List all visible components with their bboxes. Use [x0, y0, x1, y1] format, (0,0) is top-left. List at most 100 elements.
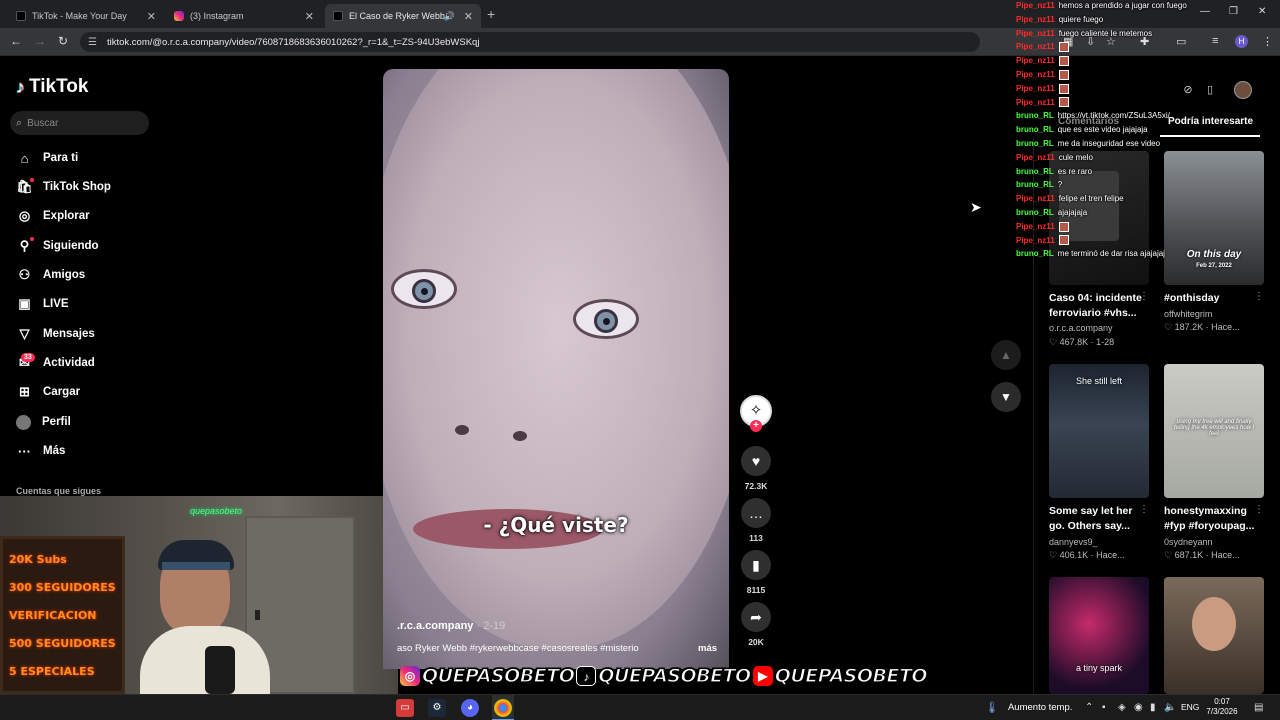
live-icon: ▣	[18, 296, 31, 311]
more-options-icon[interactable]: ⋮	[1139, 504, 1149, 515]
chat-message: bruno_RL es re raro	[1016, 166, 1092, 178]
home-icon: ⌂	[20, 150, 29, 166]
previous-video-button[interactable]: ▲	[991, 340, 1021, 370]
next-video-button[interactable]: ▼	[991, 382, 1021, 412]
video-title[interactable]: Caso 04: incidente ferroviario #vhs...	[1049, 291, 1149, 321]
browser-tab[interactable]: TikTok - Make Your Day ✕	[8, 4, 164, 28]
language-indicator[interactable]: ENG	[1181, 702, 1199, 712]
video-username[interactable]: o.r.c.a.company	[1049, 323, 1113, 333]
reload-icon[interactable]: ↻	[58, 34, 68, 48]
minimize-icon[interactable]: —	[1200, 6, 1210, 17]
save-button[interactable]: ▮	[741, 550, 771, 580]
system-clock[interactable]: 0:07 7/3/2026	[1204, 697, 1240, 717]
browser-tab[interactable]: (3) Instagram ✕	[166, 4, 322, 28]
chat-message: Pipe_nz11 felipe el tren felipe	[1016, 193, 1124, 205]
sidebar-item-label: Siguiendo	[43, 240, 99, 252]
maximize-icon[interactable]: ❐	[1229, 6, 1238, 17]
close-tab-icon[interactable]: ✕	[147, 10, 156, 23]
volume-icon[interactable]: 🔈	[1164, 702, 1176, 713]
sidebar-item-cargar[interactable]: ⊞ Cargar	[16, 381, 80, 403]
author-handle[interactable]: .r.c.a.company	[397, 620, 473, 632]
media-app-icon[interactable]: ▭	[396, 699, 414, 717]
share-button[interactable]: ➦	[741, 602, 771, 632]
audio-playing-icon[interactable]: 🔊	[444, 11, 455, 22]
media-controls-icon[interactable]: ≡	[1212, 35, 1218, 47]
banner-handle: QUEPASOBETO	[774, 664, 928, 687]
sidebar-item-para-ti[interactable]: ⌂ Para ti	[16, 147, 79, 169]
notifications-icon[interactable]: ▤	[1254, 702, 1263, 713]
chat-username: Pipe_nz11	[1016, 194, 1055, 204]
close-window-icon[interactable]: ✕	[1258, 6, 1266, 17]
address-bar[interactable]: ☰ tiktok.com/@o.r.c.a.company/video/7608…	[80, 32, 980, 52]
url-text: tiktok.com/@o.r.c.a.company/video/760871…	[106, 36, 480, 48]
weather-widget[interactable]: 🌡 Aumento temp.	[985, 701, 1072, 714]
video-author[interactable]: .r.c.a.company · 2-19	[397, 620, 505, 632]
chevron-up-icon[interactable]: ⌃	[1085, 702, 1093, 713]
chrome-icon[interactable]	[494, 699, 512, 717]
weather-text: Aumento temp.	[1007, 702, 1073, 713]
back-icon[interactable]: ←	[10, 34, 22, 48]
close-tab-icon[interactable]: ✕	[464, 10, 473, 23]
sidebar-item-label: Actividad	[43, 357, 95, 369]
more-button[interactable]: más	[698, 643, 717, 654]
new-tab-icon[interactable]: +	[487, 6, 495, 22]
chat-message: Pipe_nz11 hemos a prendido a jugar con fu…	[1016, 0, 1187, 12]
more-options-icon[interactable]: ⋮	[1139, 291, 1149, 302]
steam-icon[interactable]: ⚙	[428, 699, 446, 717]
wifi-icon[interactable]: ◉	[1134, 702, 1143, 713]
sidebar-item-amigos[interactable]: ⚇ Amigos	[16, 264, 86, 286]
video-player[interactable]: - ¿Qué viste? .r.c.a.company · 2-19 aso …	[383, 69, 729, 669]
tab-suggested[interactable]: Podría interesarte	[1168, 116, 1253, 127]
search-box[interactable]: ⌕	[10, 111, 149, 135]
video-thumbnail[interactable]: using my tree will and finally telling t…	[1164, 364, 1264, 498]
network-icon[interactable]: ◈	[1118, 702, 1126, 713]
search-input[interactable]	[27, 117, 138, 129]
sidebar-item-siguiendo[interactable]: ⚲ Siguiendo	[16, 235, 99, 257]
like-button[interactable]: ♥	[741, 446, 771, 476]
more-options-icon[interactable]: ⋮	[1254, 291, 1264, 302]
microphone-icon[interactable]: ▮	[1150, 702, 1156, 713]
chat-username: bruno_RL	[1016, 249, 1054, 259]
tiktok-logo[interactable]: ♪ TikTok	[16, 76, 88, 98]
video-username[interactable]: offwhitegrim	[1164, 309, 1212, 319]
video-thumbnail[interactable]: She still left	[1049, 364, 1149, 498]
tiktok-favicon-icon	[16, 11, 26, 21]
clock-time: 0:07	[1214, 697, 1230, 706]
browser-profile-avatar[interactable]: H	[1235, 35, 1248, 48]
chat-message: bruno_RL me terminó de dar risa ajajajaj	[1016, 248, 1165, 260]
video-username[interactable]: dannyevs9_	[1049, 537, 1098, 547]
more-options-icon[interactable]: ⋮	[1254, 504, 1264, 515]
comment-button[interactable]: …	[741, 498, 771, 528]
mouse-cursor-icon: ➤	[970, 199, 982, 215]
discord-icon[interactable]: ◕	[461, 699, 479, 717]
compass-icon[interactable]: ⊘	[1180, 82, 1196, 98]
close-tab-icon[interactable]: ✕	[305, 10, 314, 23]
forward-icon[interactable]: →	[34, 34, 46, 48]
tab-title: El Caso de Ryker Webb: De	[349, 11, 445, 21]
sidebar-item-mensajes[interactable]: ▽ Mensajes	[16, 323, 95, 345]
sidebar-item-explorar[interactable]: ◎ Explorar	[16, 205, 90, 227]
instagram-icon: ◎	[400, 666, 420, 686]
video-thumbnail[interactable]: On this day Feb 27, 2022	[1164, 151, 1264, 285]
browser-menu-icon[interactable]: ⋮	[1262, 35, 1273, 48]
video-title[interactable]: Some say let her go. Others say...	[1049, 504, 1149, 534]
browser-tab-active[interactable]: El Caso de Ryker Webb: De 🔊 ✕	[325, 4, 481, 28]
device-icon[interactable]: ▯	[1202, 82, 1218, 98]
user-avatar[interactable]	[1234, 81, 1252, 99]
video-thumbnail[interactable]: a tiny spark	[1049, 577, 1149, 694]
sidebar-item-live[interactable]: ▣ LIVE	[16, 293, 68, 315]
video-username[interactable]: 0sydneyann	[1164, 537, 1213, 547]
video-thumbnail[interactable]	[1164, 577, 1264, 694]
sidebar-item-perfil[interactable]: Perfil	[16, 411, 71, 433]
follow-plus-icon[interactable]: +	[750, 420, 762, 432]
video-title[interactable]: #onthisday	[1164, 291, 1264, 306]
sidebar-item-mas[interactable]: ··· Más	[16, 440, 65, 462]
cast-icon[interactable]: ▭	[1176, 35, 1186, 48]
chat-username: Pipe_nz11	[1016, 70, 1055, 79]
video-title[interactable]: honestymaxxing #fyp #foryoupag...	[1164, 504, 1264, 534]
chat-text: me terminó de dar risa ajajajaj	[1057, 249, 1165, 259]
tray-app-icon[interactable]: ▪	[1102, 702, 1106, 713]
chat-emote-icon	[1058, 69, 1069, 80]
video-meta: ♡ 187.2K · Hace...	[1164, 322, 1240, 332]
site-info-icon[interactable]: ☰	[88, 37, 97, 48]
